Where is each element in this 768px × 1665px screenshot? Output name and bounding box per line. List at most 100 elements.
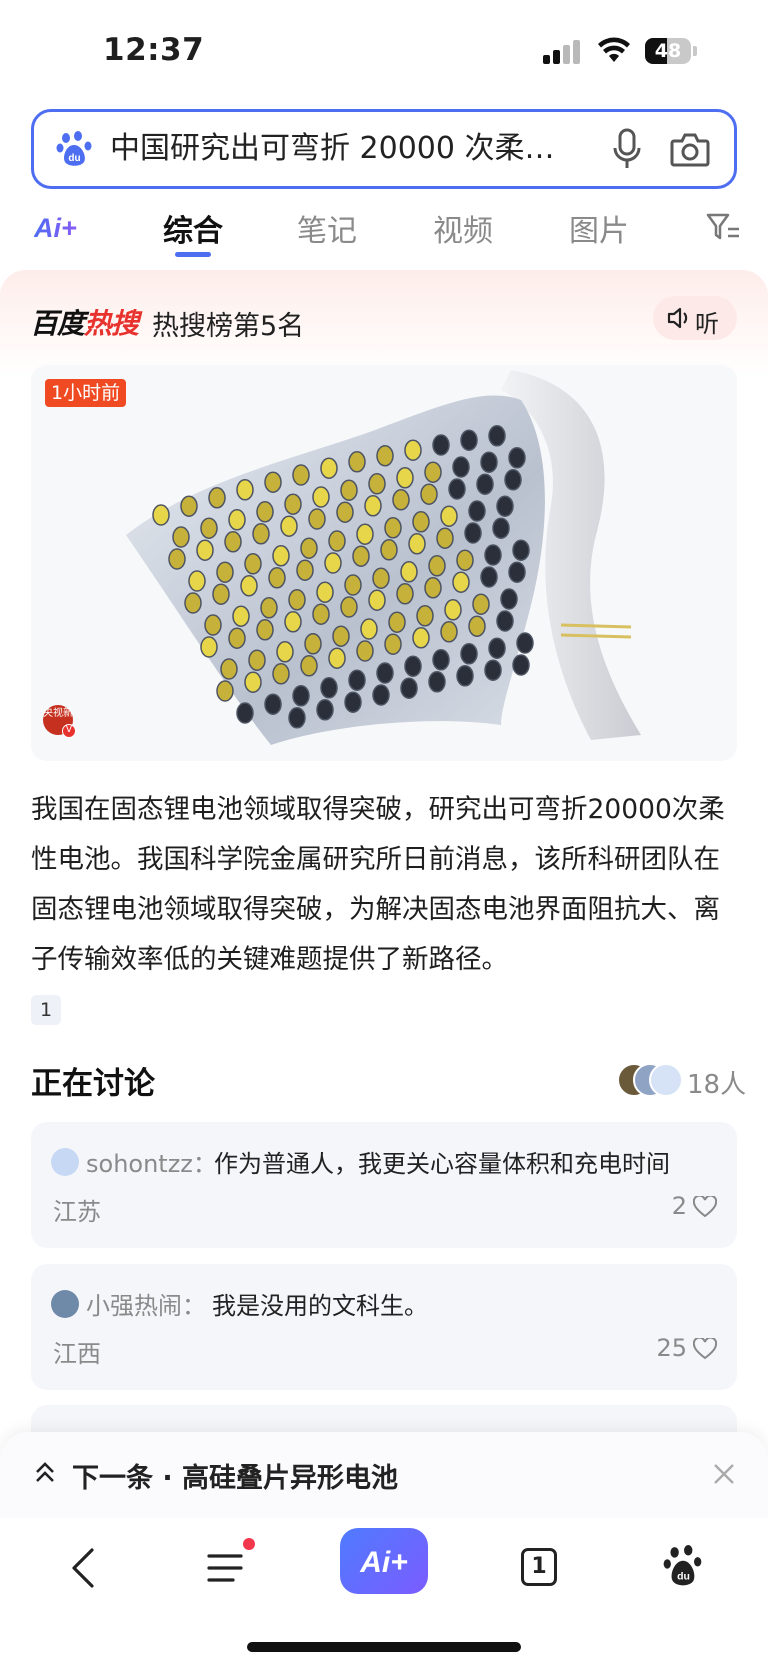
tab-notes[interactable]: 笔记 bbox=[297, 206, 357, 250]
result-tabs: Ai+ 综合 笔记 视频 图片 bbox=[0, 200, 768, 264]
battery-cell-dot bbox=[340, 596, 358, 618]
battery-cell-dot bbox=[392, 489, 410, 511]
comment-location: 江苏 bbox=[53, 1198, 101, 1226]
battery-cell-dot bbox=[408, 533, 426, 555]
battery-cell-dot bbox=[484, 544, 502, 566]
ai-button[interactable]: Ai+ bbox=[340, 1528, 428, 1594]
svg-text:du: du bbox=[677, 1572, 690, 1583]
menu-icon[interactable] bbox=[207, 1548, 247, 1588]
battery-cell-dot bbox=[184, 592, 202, 614]
battery-cell-dot bbox=[412, 627, 430, 649]
speaker-icon bbox=[667, 307, 688, 329]
battery-cell-dot bbox=[412, 511, 430, 533]
battery-level: 48 bbox=[654, 40, 682, 62]
filter-icon[interactable] bbox=[706, 212, 740, 242]
search-input[interactable]: 中国研究出可弯折 20000 次柔… bbox=[110, 112, 580, 186]
user-avatar[interactable] bbox=[51, 1148, 79, 1176]
battery-cell-dot bbox=[328, 647, 346, 669]
heart-icon[interactable] bbox=[693, 1338, 717, 1360]
battery-cell-dot bbox=[400, 561, 418, 583]
battery-cell-dot bbox=[368, 473, 386, 495]
battery-cell-dot bbox=[484, 659, 502, 681]
camera-icon[interactable] bbox=[670, 131, 710, 167]
battery-cell-dot bbox=[444, 599, 462, 621]
battery-cell-dot bbox=[352, 545, 370, 567]
news-image[interactable]: 1小时前 央视新 V bbox=[31, 365, 737, 761]
svg-text:Ai+: Ai+ bbox=[359, 1546, 408, 1579]
battery-cell-dot bbox=[432, 434, 450, 456]
battery-cell-dot bbox=[404, 655, 422, 677]
tab-comprehensive[interactable]: 综合 bbox=[163, 206, 223, 250]
battery-cell-dot bbox=[372, 567, 390, 589]
battery-cell-dot bbox=[376, 445, 394, 467]
participant-avatars[interactable] bbox=[617, 1063, 687, 1097]
heart-icon[interactable] bbox=[693, 1196, 717, 1218]
battery-cell-dot bbox=[344, 691, 362, 713]
search-box[interactable]: du 中国研究出可弯折 20000 次柔… bbox=[31, 109, 737, 189]
time-badge: 1小时前 bbox=[45, 379, 127, 407]
comment-username[interactable]: sohontzz： bbox=[86, 1144, 217, 1179]
battery-cell-dot bbox=[196, 539, 214, 561]
battery-cell-dot bbox=[452, 456, 470, 478]
battery-cell-dot bbox=[272, 545, 290, 567]
reference-badge[interactable]: 1 bbox=[31, 995, 61, 1025]
participant-count[interactable]: 18人 bbox=[687, 1064, 746, 1101]
battery-cell-dot bbox=[380, 539, 398, 561]
battery-cell-dot bbox=[248, 649, 266, 671]
battery-cell-dot bbox=[368, 589, 386, 611]
close-icon[interactable] bbox=[712, 1462, 736, 1486]
double-chevron-up-icon bbox=[36, 1462, 54, 1482]
status-time: 12:37 bbox=[103, 32, 205, 68]
battery-cell-dot bbox=[384, 633, 402, 655]
tab-videos[interactable]: 视频 bbox=[433, 206, 493, 250]
battery-cell-dot bbox=[432, 649, 450, 671]
status-bar: 12:37 48 bbox=[0, 0, 768, 100]
battery-cell-dot bbox=[244, 553, 262, 575]
ai-plus-icon: Ai+ bbox=[359, 1546, 408, 1579]
battery-cell-dot bbox=[360, 618, 378, 640]
battery-cell-dot bbox=[280, 515, 298, 537]
battery-cell-dot bbox=[456, 549, 474, 571]
microphone-icon[interactable] bbox=[612, 128, 642, 170]
battery-cell-dot bbox=[492, 517, 510, 539]
back-icon[interactable] bbox=[68, 1546, 98, 1590]
battery-cell-dot bbox=[376, 662, 394, 684]
wifi-icon bbox=[598, 37, 630, 62]
comment-card[interactable]: sohontzz： 作为普通人，我更关心容量体积和充电时间 江苏 2 bbox=[31, 1122, 737, 1248]
battery-cell-dot bbox=[260, 597, 278, 619]
svg-text:du: du bbox=[68, 153, 80, 164]
battery-cell-dot bbox=[316, 699, 334, 721]
home-indicator bbox=[247, 1642, 521, 1652]
listen-button[interactable]: 听 bbox=[653, 296, 737, 340]
battery-cell-dot bbox=[344, 574, 362, 596]
comment-username[interactable]: 小强热闹： bbox=[86, 1286, 206, 1321]
battery-cell-dot bbox=[228, 627, 246, 649]
user-avatar[interactable] bbox=[51, 1290, 79, 1318]
news-summary: 我国在固态锂电池领域取得突破，研究出可弯折20000次柔性电池。我国科学院金属研… bbox=[31, 794, 725, 975]
comment-card[interactable]: 小强热闹： 我是没用的文科生。 江西 25 bbox=[31, 1264, 737, 1390]
battery-cell-dot bbox=[180, 495, 198, 517]
next-item-bar[interactable]: 下一条 · 高硅叠片异形电池 bbox=[0, 1432, 768, 1518]
battery-cell-dot bbox=[292, 685, 310, 707]
battery-cell-dot bbox=[468, 615, 486, 637]
battery-cell-dot bbox=[340, 479, 358, 501]
battery-cell-dot bbox=[308, 508, 326, 530]
ai-plus-tab[interactable]: Ai+ bbox=[34, 212, 92, 242]
tabs-icon[interactable]: 1 bbox=[521, 1548, 557, 1586]
battery-cell-dot bbox=[448, 478, 466, 500]
baidu-home-icon[interactable]: du bbox=[663, 1544, 703, 1588]
comment-text: 我是没用的文科生。 bbox=[212, 1292, 428, 1320]
battery-cell-dot bbox=[264, 471, 282, 493]
battery-cell-dot bbox=[320, 457, 338, 479]
battery-cell-dot bbox=[384, 517, 402, 539]
battery-cell-dot bbox=[304, 633, 322, 655]
next-item-title[interactable]: 下一条 · 高硅叠片异形电池 bbox=[72, 1456, 398, 1495]
tab-images[interactable]: 图片 bbox=[569, 206, 629, 250]
battery-cell-dot bbox=[296, 559, 314, 581]
battery-cell-dot bbox=[396, 467, 414, 489]
battery-cell-dot bbox=[300, 537, 318, 559]
battery-cell-dot bbox=[204, 614, 222, 636]
battery-cell-dot bbox=[456, 665, 474, 687]
battery-cell-dot bbox=[404, 439, 422, 461]
battery-cell-dot bbox=[336, 501, 354, 523]
